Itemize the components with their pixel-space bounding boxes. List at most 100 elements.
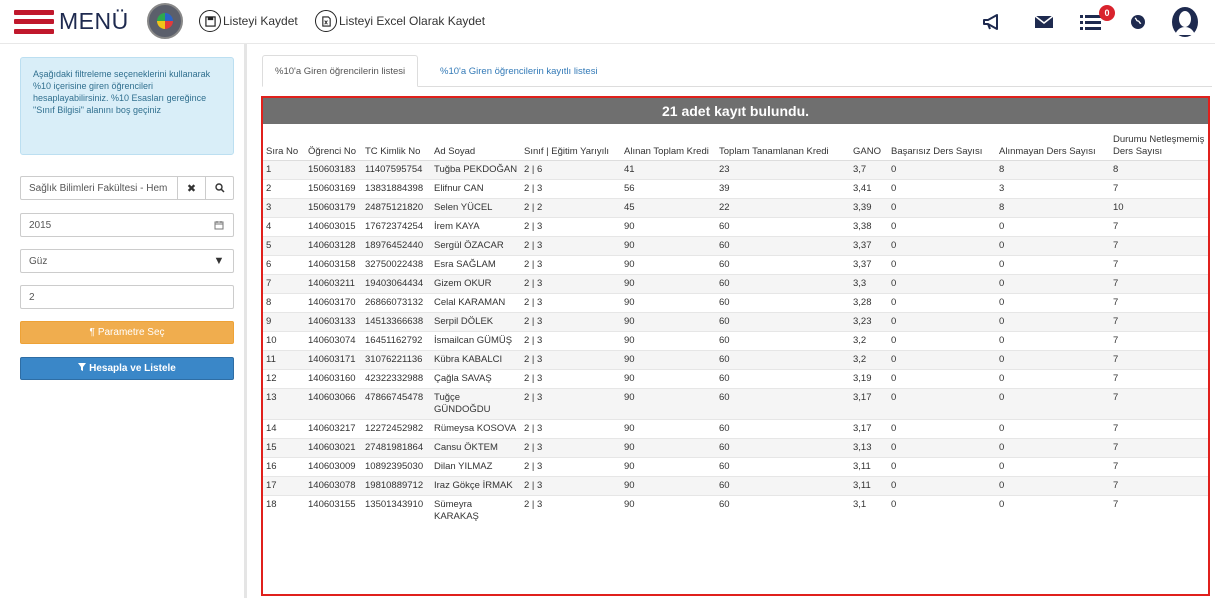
col-row-number-cell: 1 xyxy=(263,159,305,179)
col-failed-courses-cell: 0 xyxy=(888,418,996,438)
col-credits-completed-cell: 60 xyxy=(716,273,850,293)
menu-button[interactable]: MENÜ xyxy=(14,8,129,35)
notification-badge: 0 xyxy=(1099,5,1115,21)
col-credits-completed-cell: 60 xyxy=(716,235,850,255)
col-not-taken-courses-header: Alınmayan Ders Sayısı xyxy=(996,124,1110,161)
table-row[interactable]: 9 140603133 14513366638 Serpil DÖLEK 2 | 3 90… xyxy=(263,311,1208,331)
table-row[interactable]: 8 140603170 26866073132 Celal KARAMAN 2 | 39… xyxy=(263,292,1208,312)
table-row[interactable]: 6 140603158 32750022438 Esra SAĞLAM 2 | 3 90 6… xyxy=(263,254,1208,274)
col-gano-cell: 3,23 xyxy=(850,311,888,331)
save-list-button[interactable]: Listeyi Kaydet xyxy=(199,10,298,32)
faculty-select[interactable]: Sağlık Bilimleri Fakültesi - Hem ✖ xyxy=(20,176,234,200)
table-row[interactable]: 5 140603128 18976452440 Sergül ÖZACAR 2 | 39… xyxy=(263,235,1208,255)
col-failed-courses-cell: 0 xyxy=(888,368,996,388)
col-tc-no-cell: 18976452440 xyxy=(362,235,431,255)
university-logo xyxy=(147,3,183,39)
col-failed-courses-cell: 0 xyxy=(888,437,996,457)
col-failed-courses-cell: 0 xyxy=(888,475,996,495)
parameter-select-label: Parametre Seç xyxy=(97,327,165,338)
col-credits-completed-cell: 60 xyxy=(716,349,850,369)
col-row-number-cell: 14 xyxy=(263,418,305,438)
col-class-term-cell: 2 | 6 xyxy=(521,159,621,179)
term-select[interactable]: Güz ▼ xyxy=(20,249,234,273)
table-row[interactable]: 11 140603171 31076221136 Kübra KABALCI 2 | 3… xyxy=(263,349,1208,369)
col-student-no-header: Öğrenci No xyxy=(305,124,362,161)
class-field[interactable]: 2 xyxy=(20,285,234,309)
user-avatar-icon[interactable] xyxy=(1170,6,1200,38)
col-student-no-cell: 150603179 xyxy=(305,197,362,217)
col-credits-completed-cell: 60 xyxy=(716,494,850,526)
col-gano-cell: 3,28 xyxy=(850,292,888,312)
tab-saved-students[interactable]: %10'a Giren öğrencilerin kayıtlı listesi xyxy=(428,55,610,87)
col-credits-taken-cell: 90 xyxy=(621,349,716,369)
export-excel-button[interactable]: Listeyi Excel Olarak Kaydet xyxy=(315,10,485,32)
col-name-cell: Tuğba PEKDOĞAN xyxy=(431,159,521,179)
col-class-term-cell: 2 | 3 xyxy=(521,494,621,526)
col-tc-no-cell: 16451162792 xyxy=(362,330,431,350)
col-failed-courses-cell: 0 xyxy=(888,197,996,217)
col-pending-courses-cell: 7 xyxy=(1110,273,1208,293)
col-name-cell: İsmailcan GÜMÜŞ xyxy=(431,330,521,350)
table-row[interactable]: 12 140603160 42322332988 Çağla SAVAŞ 2 | 3 90… xyxy=(263,368,1208,388)
col-not-taken-courses-cell: 3 xyxy=(996,178,1110,198)
table-row[interactable]: 2 150603169 13831884398 Elifnur CAN 2 | 3 56 3… xyxy=(263,178,1208,198)
col-name-cell: Serpil DÖLEK xyxy=(431,311,521,331)
search-icon[interactable] xyxy=(205,177,233,199)
col-pending-courses-cell: 7 xyxy=(1110,494,1208,526)
table-row[interactable]: 15 140603021 27481981864 Cansu ÖKTEM 2 | 3 90… xyxy=(263,437,1208,457)
col-row-number-cell: 9 xyxy=(263,311,305,331)
table-row[interactable]: 13 140603066 47866745478 Tuğçe GÜNDOĞDU 2 | … xyxy=(263,387,1208,419)
col-row-number-cell: 6 xyxy=(263,254,305,274)
parameter-select-button[interactable]: ¶ Parametre Seç xyxy=(20,321,234,344)
clear-icon[interactable]: ✖ xyxy=(177,177,205,199)
col-credits-taken-cell: 56 xyxy=(621,178,716,198)
col-credits-taken-cell: 90 xyxy=(621,437,716,457)
col-gano-cell: 3,37 xyxy=(850,254,888,274)
calendar-icon[interactable] xyxy=(205,214,233,236)
col-class-term-cell: 2 | 3 xyxy=(521,178,621,198)
col-name-cell: Rümeysa KOSOVA xyxy=(431,418,521,438)
col-credits-completed-cell: 60 xyxy=(716,216,850,236)
year-field[interactable]: 2015 xyxy=(20,213,234,237)
col-student-no-cell: 140603133 xyxy=(305,311,362,331)
megaphone-icon[interactable] xyxy=(980,10,1004,34)
col-row-number-cell: 16 xyxy=(263,456,305,476)
col-failed-courses-cell: 0 xyxy=(888,273,996,293)
col-gano-cell: 3,17 xyxy=(850,418,888,438)
floppy-icon xyxy=(199,10,221,32)
col-name-cell: Elifnur CAN xyxy=(431,178,521,198)
col-gano-cell: 3,3 xyxy=(850,273,888,293)
table-row[interactable]: 4 140603015 17672374254 İrem KAYA 2 | 3 90 60 3… xyxy=(263,216,1208,236)
col-not-taken-courses-cell: 0 xyxy=(996,254,1110,274)
col-not-taken-courses-cell: 0 xyxy=(996,437,1110,457)
col-failed-courses-cell: 0 xyxy=(888,216,996,236)
col-student-no-cell: 140603158 xyxy=(305,254,362,274)
calculate-list-button[interactable]: Hesapla ve Listele xyxy=(20,357,234,380)
col-student-no-cell: 140603160 xyxy=(305,368,362,388)
table-row[interactable]: 18 140603155 13501343910 Sümeyra KARAKAŞ 2 |… xyxy=(263,494,1208,526)
table-row[interactable]: 7 140603211 19403064434 Gizem OKUR 2 | 3 90 60… xyxy=(263,273,1208,293)
envelope-icon[interactable] xyxy=(1032,10,1056,34)
table-row[interactable]: 3 150603179 24875121820 Selen YÜCEL 2 | 2 45 2… xyxy=(263,197,1208,217)
col-credits-taken-cell: 41 xyxy=(621,159,716,179)
col-gano-cell: 3,11 xyxy=(850,456,888,476)
col-name-cell: Kübra KABALCI xyxy=(431,349,521,369)
tab-bar: %10'a Giren öğrencilerin listesi %10'a G… xyxy=(262,55,1212,87)
col-tc-no-cell: 14513366638 xyxy=(362,311,431,331)
col-failed-courses-cell: 0 xyxy=(888,178,996,198)
tab-listed-students[interactable]: %10'a Giren öğrencilerin listesi xyxy=(262,55,419,87)
table-row[interactable]: 14 140603217 12272452982 Rümeysa KOSOVA 2 | … xyxy=(263,418,1208,438)
results-panel: 21 adet kayıt bulundu. Sıra No Öğrenci No… xyxy=(261,96,1210,596)
col-credits-completed-cell: 60 xyxy=(716,292,850,312)
col-pending-courses-cell: 7 xyxy=(1110,235,1208,255)
globe-icon[interactable] xyxy=(1126,10,1150,34)
table-row[interactable]: 10 140603074 16451162792 İsmailcan GÜMÜŞ 2 |… xyxy=(263,330,1208,350)
results-table: Sıra No Öğrenci No TC Kimlik No Ad Soyad Sın… xyxy=(263,124,1208,526)
col-name-cell: Celal KARAMAN xyxy=(431,292,521,312)
table-row[interactable]: 1 150603183 11407595754 Tuğba PEKDOĞAN 2 | 6… xyxy=(263,159,1208,179)
table-row[interactable]: 17 140603078 19810889712 Iraz Gökçe İRMAK 2 … xyxy=(263,475,1208,495)
col-tc-no-cell: 13501343910 xyxy=(362,494,431,526)
col-credits-completed-cell: 60 xyxy=(716,330,850,350)
paragraph-icon: ¶ xyxy=(89,327,95,338)
table-row[interactable]: 16 140603009 10892395030 Dilan YILMAZ 2 | 39… xyxy=(263,456,1208,476)
